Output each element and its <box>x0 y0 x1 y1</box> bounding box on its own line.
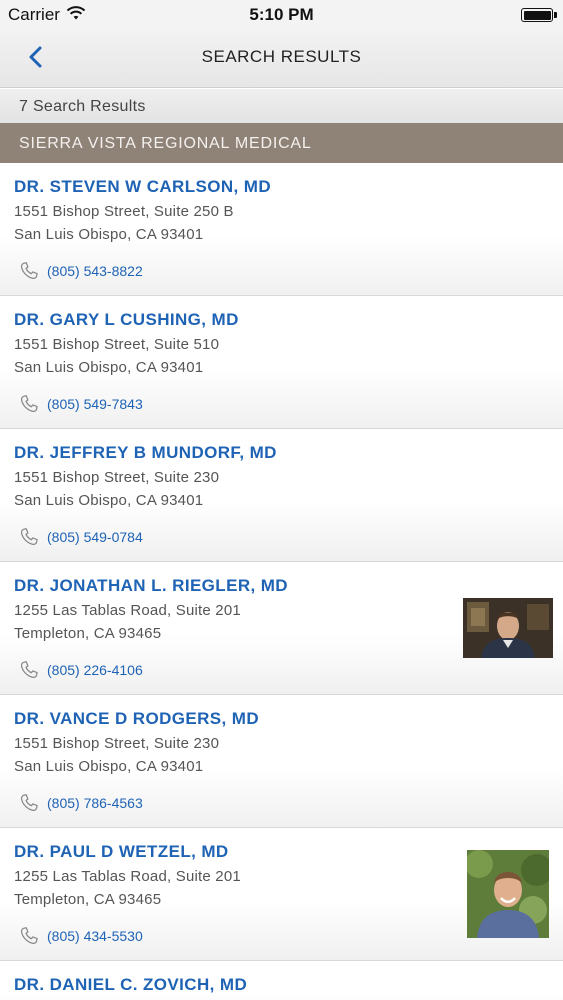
address-line-1: 1255 Las Tablas Road, Suite 201 <box>14 602 241 619</box>
phone-number: (805) 549-7843 <box>47 396 143 412</box>
phone-icon <box>20 927 38 945</box>
phone-link[interactable]: (805) 786-4563 <box>18 792 143 814</box>
address-line-2: Templeton, CA 93465 <box>14 891 162 908</box>
doctor-name: DR. STEVEN W CARLSON, MD <box>14 177 272 196</box>
doctor-row[interactable]: DR. VANCE D RODGERS, MD 1551 Bishop Stre… <box>0 695 563 828</box>
doctor-row[interactable]: DR. DANIEL C. ZOVICH, MD <box>0 961 563 1000</box>
doctor-name: DR. VANCE D RODGERS, MD <box>14 709 260 728</box>
phone-icon <box>20 395 38 413</box>
address-line-2: San Luis Obispo, CA 93401 <box>14 492 204 509</box>
address-line-2: San Luis Obispo, CA 93401 <box>14 758 204 775</box>
phone-icon <box>20 661 38 679</box>
phone-number: (805) 543-8822 <box>47 263 143 279</box>
results-count-bar: 7 Search Results <box>0 89 563 123</box>
phone-number: (805) 549-0784 <box>47 529 143 545</box>
doctor-row[interactable]: DR. STEVEN W CARLSON, MD 1551 Bishop Str… <box>0 163 563 296</box>
phone-number: (805) 226-4106 <box>47 662 143 678</box>
address-line-2: San Luis Obispo, CA 93401 <box>14 359 204 376</box>
phone-link[interactable]: (805) 226-4106 <box>18 659 143 681</box>
phone-icon <box>20 262 38 280</box>
address-line-1: 1551 Bishop Street, Suite 510 <box>14 336 220 353</box>
address-line-1: 1551 Bishop Street, Suite 230 <box>14 469 220 486</box>
doctor-photo <box>463 598 553 658</box>
page-title: SEARCH RESULTS <box>201 47 362 66</box>
phone-link[interactable]: (805) 549-7843 <box>18 393 143 415</box>
phone-link[interactable]: (805) 549-0784 <box>18 526 143 548</box>
clock: 5:10 PM <box>249 5 314 24</box>
battery-icon <box>521 8 557 22</box>
section-header: SIERRA VISTA REGIONAL MEDICAL <box>0 123 563 163</box>
doctor-name: DR. JONATHAN L. RIEGLER, MD <box>14 576 288 595</box>
doctor-row[interactable]: DR. GARY L CUSHING, MD 1551 Bishop Stree… <box>0 296 563 429</box>
address-line-2: Templeton, CA 93465 <box>14 625 162 642</box>
results-count-label: 7 Search Results <box>19 98 146 115</box>
doctor-name: DR. PAUL D WETZEL, MD <box>14 842 229 861</box>
doctor-row[interactable]: DR. JEFFREY B MUNDORF, MD 1551 Bishop St… <box>0 429 563 562</box>
doctor-name: DR. GARY L CUSHING, MD <box>14 310 239 329</box>
phone-icon <box>20 794 38 812</box>
doctor-list: DR. STEVEN W CARLSON, MD 1551 Bishop Str… <box>0 163 563 1000</box>
address-line-1: 1551 Bishop Street, Suite 250 B <box>14 203 234 220</box>
navigation-bar: SEARCH RESULTS <box>0 30 563 88</box>
doctor-name: DR. DANIEL C. ZOVICH, MD <box>14 975 248 994</box>
section-title: SIERRA VISTA REGIONAL MEDICAL <box>19 135 312 152</box>
address-line-1: 1255 Las Tablas Road, Suite 201 <box>14 868 241 885</box>
doctor-row[interactable]: DR. PAUL D WETZEL, MD 1255 Las Tablas Ro… <box>0 828 563 961</box>
doctor-photo <box>467 850 549 938</box>
phone-number: (805) 434-5530 <box>47 928 143 944</box>
phone-link[interactable]: (805) 543-8822 <box>18 260 143 282</box>
status-bar: Carrier 5:10 PM <box>0 0 563 30</box>
address-line-1: 1551 Bishop Street, Suite 230 <box>14 735 220 752</box>
phone-icon <box>20 528 38 546</box>
phone-link[interactable]: (805) 434-5530 <box>18 925 143 947</box>
address-line-2: San Luis Obispo, CA 93401 <box>14 226 204 243</box>
phone-number: (805) 786-4563 <box>47 795 143 811</box>
doctor-row[interactable]: DR. JONATHAN L. RIEGLER, MD 1255 Las Tab… <box>0 562 563 695</box>
doctor-name: DR. JEFFREY B MUNDORF, MD <box>14 443 277 462</box>
